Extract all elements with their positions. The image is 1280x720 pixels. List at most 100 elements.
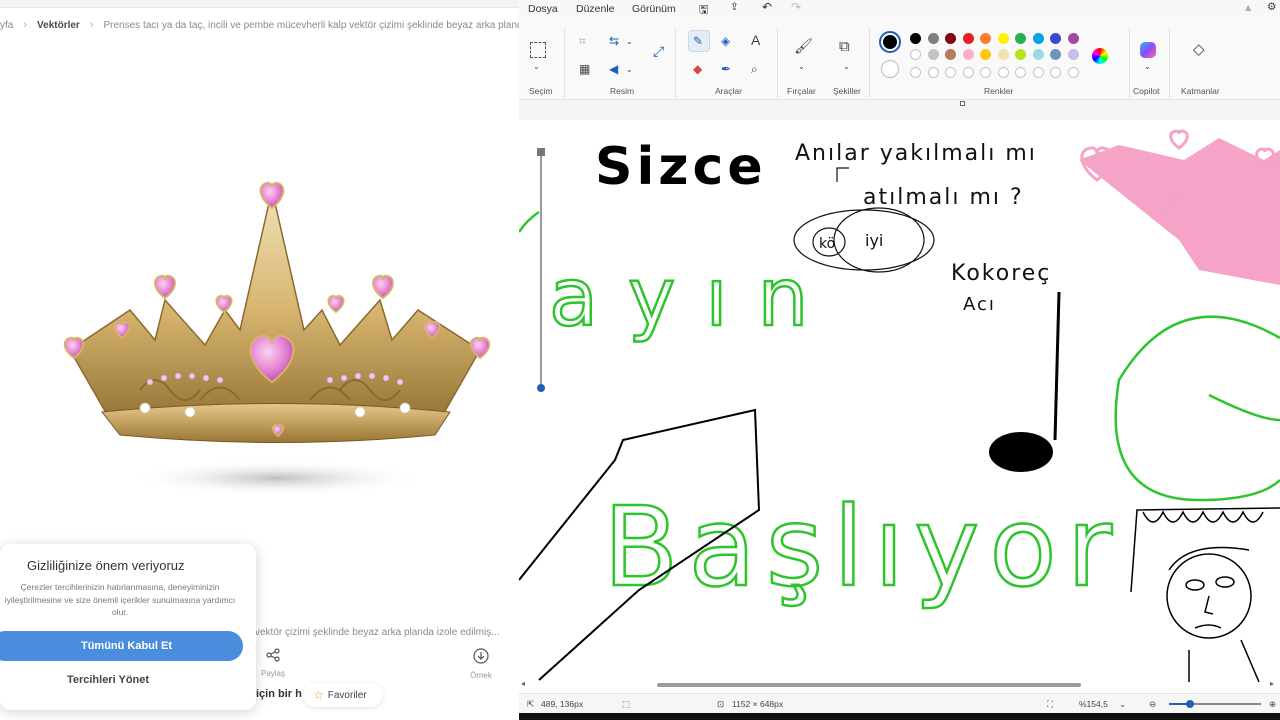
fit-to-window-icon[interactable]: ⛶ — [1047, 699, 1053, 710]
copilot-icon[interactable] — [1140, 42, 1156, 58]
text-icon[interactable]: A — [751, 33, 760, 47]
pencil-tool-active[interactable]: ✎ — [688, 30, 710, 52]
star-icon: ☆ — [313, 688, 324, 702]
zoom-slider-track[interactable] — [1169, 700, 1261, 708]
manage-preferences-button[interactable]: Tercihleri Yönet — [0, 674, 216, 692]
brush-size-slider[interactable] — [533, 148, 549, 400]
edit-colors-icon[interactable] — [1092, 48, 1108, 64]
horizontal-scrollbar[interactable]: ◂ ▸ — [519, 679, 1280, 690]
color-swatch[interactable] — [962, 33, 974, 44]
resize-handle[interactable] — [960, 101, 965, 106]
redo-icon[interactable]: ↷ — [791, 0, 801, 14]
color-swatch[interactable] — [980, 49, 991, 60]
color-picker-icon[interactable]: ✒ — [721, 62, 731, 76]
color-swatch[interactable] — [1067, 33, 1079, 44]
zoom-level[interactable]: %154,5 — [1079, 699, 1108, 709]
slider-track — [540, 156, 542, 388]
chevron-down-icon[interactable]: ⌄ — [1119, 699, 1126, 710]
rotate-icon[interactable]: ◀ — [609, 62, 618, 76]
color-swatch[interactable] — [945, 33, 956, 44]
custom-color-slot[interactable] — [910, 67, 921, 78]
download-sample-button[interactable]: Örnek — [466, 648, 496, 680]
note-aci: Acı — [963, 294, 996, 315]
share-icon[interactable]: ⇪ — [730, 1, 739, 13]
chevron-down-icon[interactable]: ⌄ — [626, 35, 633, 49]
divider — [869, 28, 870, 98]
custom-color-slot[interactable] — [1067, 67, 1079, 78]
custom-color-slot[interactable] — [997, 67, 1009, 78]
chevron-down-icon[interactable]: ⌄ — [626, 63, 633, 77]
color-swatch[interactable] — [927, 49, 939, 60]
account-icon[interactable]: ▲ — [1243, 2, 1253, 14]
menu-view[interactable]: Görünüm — [632, 3, 676, 15]
fill-icon[interactable]: ◈ — [721, 34, 730, 48]
group-tools: Araçlar — [715, 86, 742, 96]
color-swatch[interactable] — [910, 33, 921, 44]
eraser-icon[interactable]: ◆ — [693, 62, 702, 76]
chevron-down-icon[interactable]: ⌄ — [1144, 60, 1151, 74]
color-swatch[interactable] — [1032, 33, 1044, 44]
zoom-slider-thumb[interactable] — [1186, 700, 1194, 708]
custom-color-slot[interactable] — [1032, 67, 1044, 78]
breadcrumb-section[interactable]: Vektörler — [37, 20, 80, 31]
accept-all-button[interactable]: Tümünü Kabul Et — [0, 631, 243, 661]
divider — [564, 28, 565, 98]
custom-color-slot[interactable] — [962, 67, 974, 78]
crown-image — [63, 181, 491, 496]
group-selection: Seçim — [529, 86, 553, 96]
select-rectangle-icon[interactable] — [530, 42, 546, 58]
color-swatch[interactable] — [1067, 49, 1079, 60]
brush-icon[interactable]: 🖌 — [794, 39, 813, 54]
color-swatch[interactable] — [927, 33, 939, 44]
note-line-2: atılmalı mı ? — [863, 185, 1024, 210]
drawing-canvas[interactable]: Sizce Anılar yakılmalı mı atılmalı mı ? … — [519, 120, 1280, 682]
group-image: Resim — [610, 86, 635, 96]
select-all-icon[interactable]: ▦ — [579, 62, 590, 76]
chevron-down-icon[interactable]: ⌄ — [533, 60, 540, 74]
color-swatch[interactable] — [1015, 33, 1026, 44]
color-swatch[interactable] — [997, 49, 1009, 60]
share-button[interactable]: Paylaş — [258, 648, 288, 678]
scroll-thumb[interactable] — [657, 683, 1081, 687]
menu-edit[interactable]: Düzenle — [576, 3, 615, 15]
image-resize-icon[interactable]: ⤢ — [653, 44, 664, 58]
custom-color-slot[interactable] — [945, 67, 956, 78]
scroll-left-icon[interactable]: ◂ — [521, 679, 525, 688]
color-swatch[interactable] — [1015, 49, 1026, 60]
chevron-down-icon[interactable]: ⌄ — [798, 60, 805, 74]
settings-icon[interactable]: ⚙ — [1267, 1, 1276, 13]
breadcrumb-home[interactable]: yfa — [0, 20, 13, 31]
custom-color-slot[interactable] — [1015, 67, 1026, 78]
custom-color-slot[interactable] — [980, 67, 991, 78]
zoom-in-icon[interactable]: ⊕ — [1269, 699, 1276, 710]
active-color-ring[interactable] — [879, 31, 901, 53]
drawn-word-sizce: Sizce — [595, 137, 767, 197]
breadcrumb-title: Prenses tacı ya da taç, incili ve pembe … — [103, 19, 520, 31]
color-swatch[interactable] — [980, 33, 991, 44]
undo-icon[interactable]: ↶ — [762, 0, 772, 14]
custom-color-slot[interactable] — [927, 67, 939, 78]
shapes-icon[interactable]: ⧉ — [839, 39, 850, 54]
custom-color-slot[interactable] — [1050, 67, 1061, 78]
color-swatch[interactable] — [997, 33, 1009, 44]
crop-icon[interactable]: ⌗ — [579, 34, 586, 48]
scroll-right-icon[interactable]: ▸ — [1270, 679, 1274, 688]
color-swatch[interactable] — [910, 49, 921, 60]
layers-icon[interactable]: ◇ — [1193, 42, 1205, 57]
color-swatch[interactable] — [962, 49, 974, 60]
chevron-down-icon[interactable]: ⌄ — [843, 60, 850, 74]
color-swatch[interactable] — [1032, 49, 1044, 60]
zoom-out-icon[interactable]: ⊖ — [1149, 699, 1156, 710]
color-swatch[interactable] — [1050, 49, 1061, 60]
menu-file[interactable]: Dosya — [528, 3, 558, 15]
status-bar: ⇱ 489, 136px ⬚ ⊡ 1152 × 648px ⛶ %154,5 ⌄… — [519, 693, 1280, 713]
color-swatch[interactable] — [945, 49, 956, 60]
favorites-button[interactable]: ☆ Favoriler — [303, 683, 383, 707]
slider-thumb[interactable] — [537, 384, 545, 392]
resize-icon[interactable]: ⇆ — [609, 34, 619, 48]
ribbon-toolbar: ⌄ Seçim ⌗ ⇆ ⌄ ⤢ ▦ ◀ ⌄ Resim ✎ ◈ A ◆ ✒ ⌕ … — [519, 18, 1280, 100]
secondary-color-swatch[interactable] — [881, 60, 899, 78]
canvas-size: 1152 × 648px — [732, 699, 784, 709]
color-swatch[interactable] — [1050, 33, 1061, 44]
magnifier-icon[interactable]: ⌕ — [751, 62, 758, 76]
